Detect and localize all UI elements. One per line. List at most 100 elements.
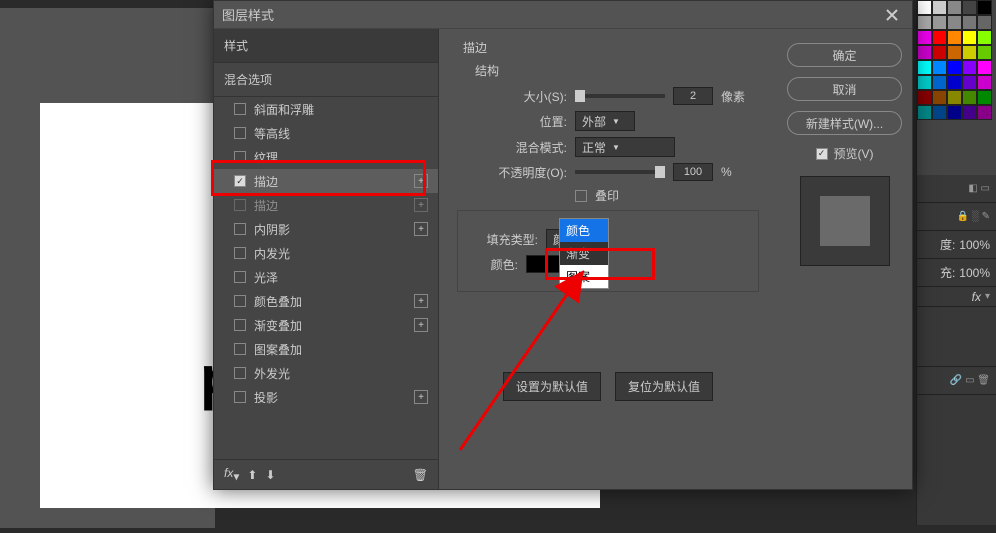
down-icon[interactable]: ⬇ (265, 468, 275, 482)
swatch[interactable] (917, 90, 932, 105)
swatch[interactable] (977, 30, 992, 45)
swatch[interactable] (947, 0, 962, 15)
fx-menu[interactable]: fx▾ (224, 466, 239, 483)
effect-item-11[interactable]: 外发光 (214, 361, 438, 385)
trash-icon[interactable]: 🗑 (413, 468, 428, 482)
fill-option-color[interactable]: 颜色 (560, 219, 608, 242)
effect-checkbox[interactable] (234, 151, 246, 163)
ok-button[interactable]: 确定 (787, 43, 902, 67)
effect-checkbox[interactable]: ✓ (234, 175, 246, 187)
swatch[interactable] (947, 60, 962, 75)
effect-checkbox[interactable] (234, 199, 246, 211)
swatch[interactable] (962, 15, 977, 30)
swatch[interactable] (917, 0, 932, 15)
effect-item-7[interactable]: 光泽 (214, 265, 438, 289)
effect-checkbox[interactable] (234, 127, 246, 139)
swatch[interactable] (947, 75, 962, 90)
new-style-button[interactable]: 新建样式(W)... (787, 111, 902, 135)
swatch[interactable] (917, 60, 932, 75)
swatch[interactable] (932, 75, 947, 90)
effect-item-1[interactable]: 等高线 (214, 121, 438, 145)
effect-item-6[interactable]: 内发光 (214, 241, 438, 265)
swatch[interactable] (932, 105, 947, 120)
swatch[interactable] (962, 0, 977, 15)
opacity-slider[interactable] (575, 170, 665, 174)
swatch[interactable] (962, 60, 977, 75)
effect-item-0[interactable]: 斜面和浮雕 (214, 97, 438, 121)
swatch[interactable] (917, 45, 932, 60)
blend-dropdown[interactable]: 正常▼ (575, 137, 675, 157)
swatch[interactable] (962, 105, 977, 120)
overprint-checkbox[interactable] (575, 190, 587, 202)
effect-checkbox[interactable] (234, 103, 246, 115)
add-effect-icon[interactable]: + (414, 318, 428, 332)
effect-item-2[interactable]: 纹理 (214, 145, 438, 169)
swatch[interactable] (932, 90, 947, 105)
swatch[interactable] (977, 15, 992, 30)
size-slider[interactable] (575, 94, 665, 98)
chevron-down-icon: ▼ (612, 117, 620, 126)
side-row[interactable]: 🔒 ░ ✎ (917, 203, 996, 231)
swatch[interactable] (947, 15, 962, 30)
swatch[interactable] (917, 105, 932, 120)
swatch[interactable] (932, 15, 947, 30)
effect-checkbox[interactable] (234, 223, 246, 235)
swatch[interactable] (932, 45, 947, 60)
effect-checkbox[interactable] (234, 247, 246, 259)
swatch[interactable] (962, 30, 977, 45)
swatch[interactable] (947, 105, 962, 120)
swatch[interactable] (977, 60, 992, 75)
swatch[interactable] (977, 90, 992, 105)
swatch[interactable] (932, 0, 947, 15)
swatch[interactable] (917, 15, 932, 30)
add-effect-icon[interactable]: + (414, 198, 428, 212)
swatch[interactable] (977, 75, 992, 90)
swatch[interactable] (932, 30, 947, 45)
add-effect-icon[interactable]: + (414, 294, 428, 308)
set-default-button[interactable]: 设置为默认值 (503, 372, 601, 401)
swatch[interactable] (977, 105, 992, 120)
fill-option-pattern[interactable]: 图案 (560, 265, 608, 288)
reset-default-button[interactable]: 复位为默认值 (615, 372, 713, 401)
effect-item-12[interactable]: 投影+ (214, 385, 438, 409)
cancel-button[interactable]: 取消 (787, 77, 902, 101)
opacity-input[interactable] (673, 163, 713, 181)
effect-item-9[interactable]: 渐变叠加+ (214, 313, 438, 337)
swatch[interactable] (977, 45, 992, 60)
swatch[interactable] (962, 45, 977, 60)
up-icon[interactable]: ⬆ (247, 468, 257, 482)
swatch[interactable] (947, 30, 962, 45)
swatch[interactable] (962, 90, 977, 105)
effect-item-4[interactable]: 描边+ (214, 193, 438, 217)
effect-item-5[interactable]: 内阴影+ (214, 217, 438, 241)
swatch[interactable] (932, 60, 947, 75)
size-input[interactable] (673, 87, 713, 105)
effect-checkbox[interactable] (234, 319, 246, 331)
add-effect-icon[interactable]: + (414, 390, 428, 404)
effect-item-10[interactable]: 图案叠加 (214, 337, 438, 361)
position-dropdown[interactable]: 外部▼ (575, 111, 635, 131)
styles-header[interactable]: 样式 (214, 29, 438, 63)
effect-checkbox[interactable] (234, 391, 246, 403)
effect-item-3[interactable]: ✓描边+ (214, 169, 438, 193)
swatch[interactable] (947, 90, 962, 105)
close-button[interactable] (880, 3, 904, 27)
preview-checkbox[interactable]: ✓ (816, 148, 828, 160)
effect-checkbox[interactable] (234, 343, 246, 355)
effect-checkbox[interactable] (234, 271, 246, 283)
swatch[interactable] (947, 45, 962, 60)
blend-row: 混合模式: 正常▼ (457, 137, 759, 157)
effect-checkbox[interactable] (234, 295, 246, 307)
swatch[interactable] (977, 0, 992, 15)
swatch[interactable] (917, 30, 932, 45)
add-effect-icon[interactable]: + (414, 222, 428, 236)
side-row[interactable]: 🔗 ▭ 🗑 (917, 367, 996, 395)
swatch[interactable] (962, 75, 977, 90)
fill-option-gradient[interactable]: 渐变 (560, 242, 608, 265)
effect-checkbox[interactable] (234, 367, 246, 379)
add-effect-icon[interactable]: + (414, 174, 428, 188)
color-label: 颜色: (478, 256, 518, 273)
swatch[interactable] (917, 75, 932, 90)
effect-item-8[interactable]: 颜色叠加+ (214, 289, 438, 313)
blend-options[interactable]: 混合选项 (214, 63, 438, 97)
